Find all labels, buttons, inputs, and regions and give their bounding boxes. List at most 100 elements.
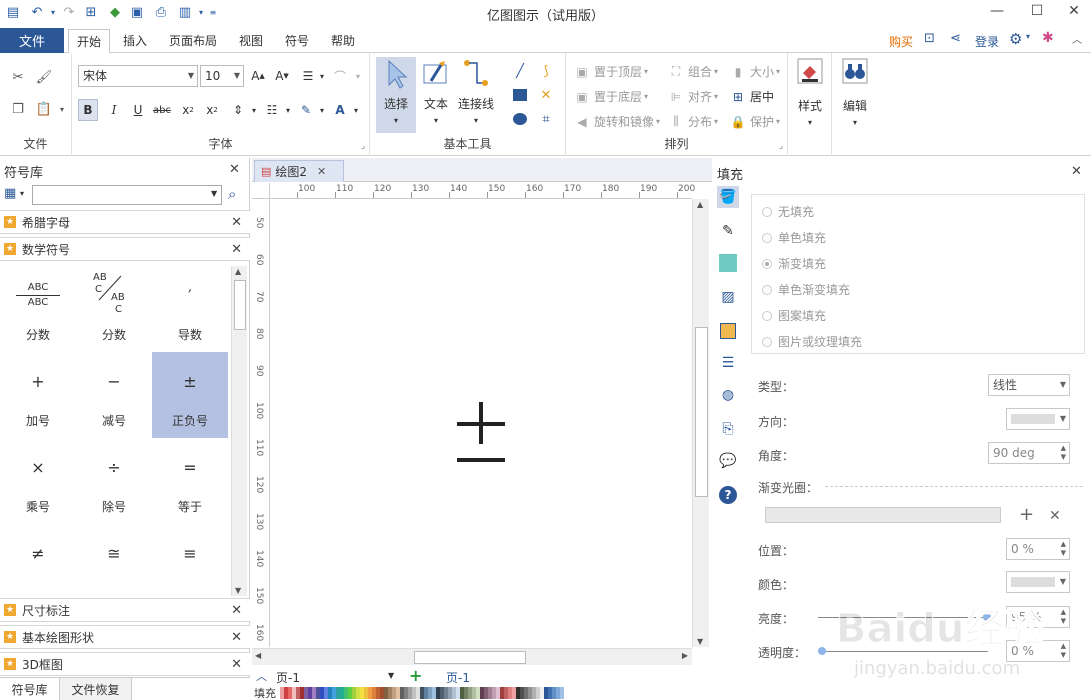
page-bar-expand-icon[interactable]: ︿ (256, 668, 267, 684)
style-button[interactable]: 样式 ▾ (792, 57, 828, 133)
group-button[interactable]: ⛶ 组合 ▾ (668, 63, 718, 80)
category-close-icon[interactable]: ✕ (231, 215, 242, 230)
category-basic-shapes[interactable]: ★ 基本绘图形状 ✕ (0, 625, 250, 649)
library-scrollbar[interactable]: ▲ ▼ (231, 266, 247, 596)
position-input[interactable]: 0 % ▲ ▼ (1006, 538, 1070, 560)
search-icon[interactable]: ⌕ (228, 185, 236, 203)
superscript-button[interactable]: x2 (202, 99, 222, 121)
extensions-icon[interactable]: ✱ (1042, 30, 1054, 46)
option-texture-fill[interactable]: 图片或纹理填充 (762, 333, 862, 350)
symbol-plus-minus[interactable]: ± 正负号 (152, 352, 228, 438)
line-icon[interactable]: ╱ (510, 61, 530, 81)
category-close-icon[interactable]: ✕ (231, 657, 242, 672)
paste-dropdown-icon[interactable]: ▾ (52, 99, 72, 119)
option-solid-fill[interactable]: 单色填充 (762, 229, 826, 246)
crop-icon[interactable]: ⌗ (536, 109, 556, 129)
tab-home[interactable]: 开始 (68, 29, 110, 54)
option-gradient-fill[interactable]: 渐变填充 (762, 255, 826, 272)
format-painter-icon[interactable]: 🖌 (34, 67, 54, 87)
fill-bucket-icon[interactable]: 🪣 (717, 186, 739, 208)
font-color-dropdown-icon[interactable]: ▾ (346, 99, 366, 121)
radio-button[interactable] (762, 232, 772, 243)
angle-input[interactable]: 90 deg ▲ ▼ (988, 442, 1070, 464)
scroll-up-icon[interactable]: ▲ (697, 200, 703, 209)
remove-stop-icon[interactable]: ✕ (1049, 508, 1061, 524)
scroll-left-icon[interactable]: ◀ (255, 651, 261, 660)
edit-button[interactable]: 编辑 ▾ (837, 57, 873, 133)
attachment-icon[interactable]: ⎘ (717, 418, 739, 440)
search-dropdown-icon[interactable]: ▼ (211, 189, 217, 198)
font-name-select[interactable]: 宋体 ▼ (78, 65, 198, 87)
library-search-input[interactable] (32, 185, 222, 205)
color-select[interactable]: ▼ (1006, 571, 1070, 593)
page-selector-dropdown-icon[interactable]: ▼ (388, 671, 394, 680)
radio-button-selected[interactable] (762, 258, 772, 269)
page-properties-icon[interactable]: ☰ (717, 352, 739, 374)
buy-link[interactable]: 购买 (889, 33, 913, 50)
arrange-dialog-launcher-icon[interactable]: ⌟ (779, 141, 783, 150)
increase-font-icon[interactable]: A ▲ (248, 65, 268, 87)
symbol-minus[interactable]: − 减号 (76, 352, 152, 438)
font-dialog-launcher-icon[interactable]: ⌟ (361, 141, 365, 150)
file-menu[interactable]: 文件 (0, 28, 64, 53)
image-icon[interactable]: ▨ (717, 286, 739, 308)
canvas-vertical-scrollbar[interactable]: ▲ ▼ (692, 199, 709, 647)
screen-icon[interactable]: ⊡ (924, 31, 935, 46)
cut-icon[interactable]: ✂ (8, 67, 28, 87)
spinner-icon[interactable]: ▲ ▼ (1061, 540, 1066, 558)
highlight-dropdown-icon[interactable]: ▾ (312, 99, 332, 121)
maximize-button[interactable]: ☐ (1020, 0, 1054, 22)
radio-button[interactable] (762, 310, 772, 321)
layers-icon[interactable] (717, 320, 739, 342)
symbol-fraction-slanted[interactable]: AB C AB C 分数 (76, 266, 152, 352)
ellipse-icon[interactable] (510, 109, 530, 129)
color-swatch[interactable] (560, 687, 564, 699)
fill-panel-close-icon[interactable]: ✕ (1071, 164, 1082, 179)
symbol-equals[interactable]: = 等于 (152, 438, 228, 524)
option-mono-gradient-fill[interactable]: 单色渐变填充 (762, 281, 850, 298)
symbol-identical[interactable]: ≡ (152, 524, 228, 596)
library-close-icon[interactable]: ✕ (229, 162, 240, 177)
protect-button[interactable]: 🔒 保护 ▾ (730, 113, 781, 130)
brightness-input[interactable]: 95 % ▲ ▼ (1006, 606, 1070, 628)
symbol-divide[interactable]: ÷ 除号 (76, 438, 152, 524)
text-tool[interactable]: 文本 ▾ (418, 57, 454, 133)
help-icon[interactable]: ? (717, 484, 739, 506)
cross-point-icon[interactable]: ✕ (536, 85, 556, 105)
document-close-icon[interactable]: ✕ (317, 165, 326, 178)
document-tab[interactable]: ▤ 绘图2 ✕ (254, 160, 344, 182)
size-button[interactable]: ▮ 大小 ▾ (730, 63, 780, 80)
italic-button[interactable]: I (104, 99, 124, 121)
add-stop-icon[interactable]: + (1019, 504, 1034, 525)
scroll-up-icon[interactable]: ▲ (235, 267, 241, 276)
decrease-font-icon[interactable]: A ▼ (272, 65, 292, 87)
scroll-down-icon[interactable]: ▼ (235, 586, 241, 595)
transparency-input[interactable]: 0 % ▲ ▼ (1006, 640, 1070, 662)
tab-symbol-library[interactable]: 符号库 (0, 678, 60, 700)
library-scroll-thumb[interactable] (234, 280, 246, 330)
option-no-fill[interactable]: 无填充 (762, 203, 814, 220)
close-button[interactable]: ✕ (1057, 0, 1091, 22)
transparency-slider-knob[interactable] (818, 647, 826, 655)
rotate-mirror-button[interactable]: ◀ 旋转和镜像 ▾ (574, 113, 660, 130)
brightness-slider-track[interactable] (818, 617, 988, 618)
login-link[interactable]: 登录 (975, 33, 999, 50)
hyperlink-globe-icon[interactable]: ◍ (717, 384, 739, 406)
add-page-icon[interactable]: + (409, 666, 422, 685)
bring-to-top-button[interactable]: ▣ 置于顶层 ▾ (574, 63, 648, 80)
radio-button[interactable] (762, 284, 772, 295)
radio-button[interactable] (762, 206, 772, 217)
align-dropdown-icon[interactable]: ▾ (312, 65, 332, 87)
category-close-icon[interactable]: ✕ (231, 603, 242, 618)
tab-help[interactable]: 帮助 (322, 28, 364, 53)
plus-minus-shape[interactable] (455, 400, 507, 464)
spinner-icon[interactable]: ▲ ▼ (1061, 608, 1066, 626)
page-tab[interactable]: 页-1 (446, 669, 470, 686)
subscript-button[interactable]: x2 (178, 99, 198, 121)
minimize-button[interactable]: — (980, 0, 1014, 22)
symbol-multiply[interactable]: × 乘号 (0, 438, 76, 524)
symbol-congruent[interactable]: ≅ (76, 524, 152, 596)
category-greek-letters[interactable]: ★ 希腊字母 ✕ (0, 210, 250, 234)
tab-view[interactable]: 视图 (230, 28, 272, 53)
canvas-vscroll-thumb[interactable] (695, 327, 708, 497)
